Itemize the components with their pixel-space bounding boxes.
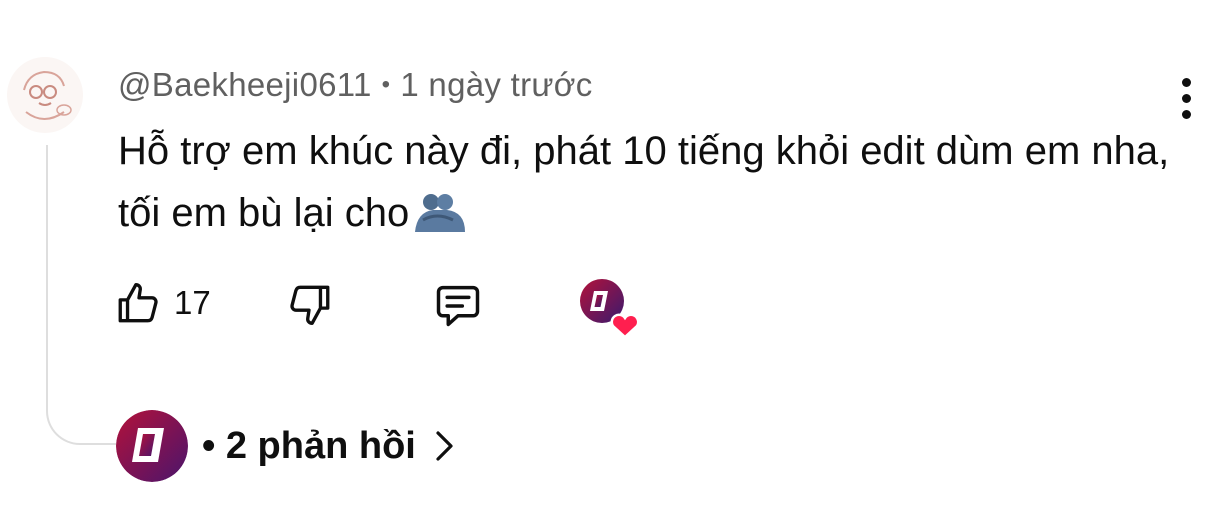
reply-button[interactable]: [432, 280, 484, 332]
more-options-button[interactable]: [1166, 72, 1206, 124]
user-avatar-icon: [7, 57, 83, 133]
view-replies-button[interactable]: • 2 phản hồi: [116, 410, 456, 482]
creator-avatar: [116, 410, 188, 482]
creator-heart-badge[interactable]: [578, 278, 644, 339]
comment-actions: 17: [0, 270, 700, 340]
like-count: 17: [174, 284, 211, 321]
comment-reply-icon: [436, 285, 480, 327]
comment-body: Hỗ trợ em khúc này đi, phát 10 tiếng khỏ…: [118, 120, 1178, 244]
replies-count: • 2 phản hồi: [202, 424, 416, 467]
more-vert-icon: [1181, 77, 1191, 119]
people-hugging-emoji: [415, 194, 466, 232]
comment-meta: @Baekheeji0611 • 1 ngày trước: [118, 66, 593, 104]
comment-author[interactable]: @Baekheeji0611: [118, 66, 372, 103]
comment-text: Hỗ trợ em khúc này đi, phát 10 tiếng khỏ…: [118, 129, 1170, 235]
user-avatar[interactable]: [6, 56, 84, 134]
creator-avatar-icon: [116, 410, 188, 482]
like-button[interactable]: 17: [114, 278, 211, 328]
comment-time[interactable]: 1 ngày trước: [400, 66, 592, 103]
thumbs-down-icon: [290, 285, 330, 325]
dislike-button[interactable]: [284, 280, 334, 330]
chevron-right-icon: [436, 431, 453, 461]
creator-heart-icon: [580, 279, 640, 339]
thumbs-up-icon: [118, 283, 158, 323]
meta-separator: •: [381, 71, 391, 98]
